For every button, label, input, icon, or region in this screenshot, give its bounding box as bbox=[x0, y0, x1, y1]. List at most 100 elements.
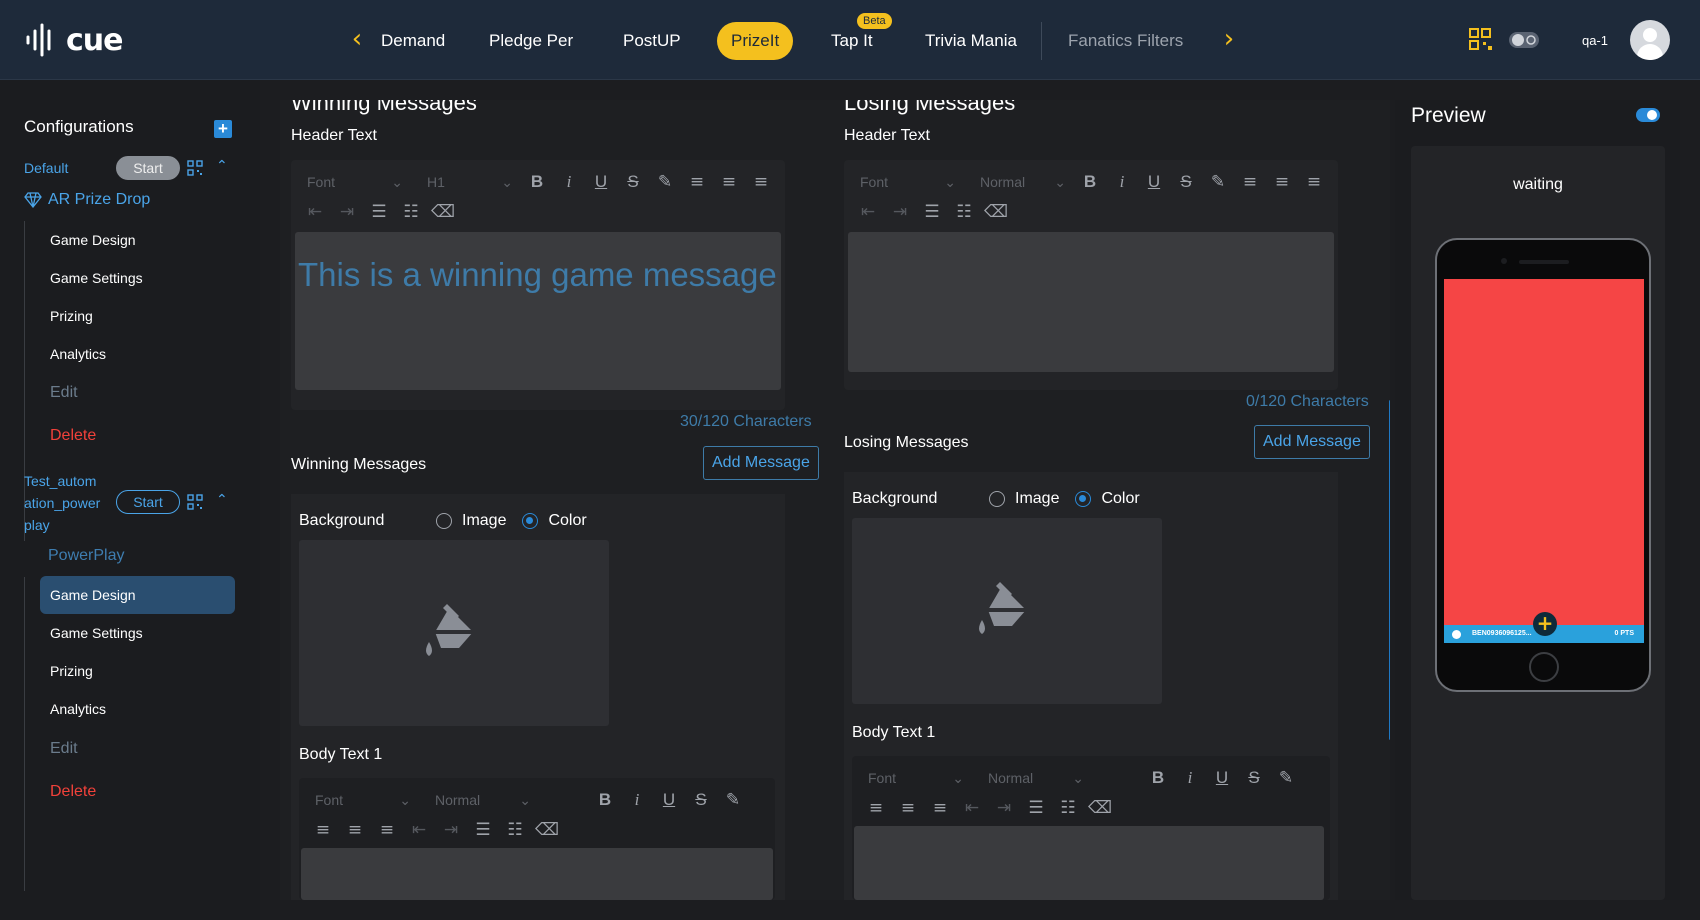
highlighter-icon[interactable]: ✎ bbox=[717, 790, 749, 810]
ordered-list-icon[interactable]: ☰ bbox=[467, 820, 499, 840]
underline-button[interactable]: U bbox=[1138, 172, 1170, 192]
nav-item-tap-it[interactable]: Tap It Beta bbox=[831, 13, 892, 60]
align-left-icon[interactable]: ≡ bbox=[860, 798, 892, 818]
outdent-icon[interactable]: ⇤ bbox=[299, 202, 331, 222]
align-right-icon[interactable]: ≡ bbox=[924, 798, 956, 818]
radio-color[interactable] bbox=[522, 513, 539, 529]
bold-button[interactable]: B bbox=[521, 172, 553, 192]
radio-image[interactable] bbox=[989, 491, 1005, 507]
italic-button[interactable]: i bbox=[1174, 768, 1206, 788]
align-center-icon[interactable]: ≡ bbox=[1266, 172, 1298, 192]
chevron-left-icon[interactable]: ‹ bbox=[345, 22, 369, 58]
nav-item-pledge-per[interactable]: Pledge Per bbox=[489, 22, 573, 60]
heading-select[interactable]: Normal ⌄ bbox=[964, 174, 1074, 191]
game-type-ar-prize-drop[interactable]: AR Prize Drop bbox=[24, 191, 150, 209]
strikethrough-button[interactable]: S bbox=[685, 790, 717, 810]
qr-code-icon[interactable] bbox=[187, 494, 203, 510]
underline-button[interactable]: U bbox=[1206, 768, 1238, 788]
align-center-icon[interactable]: ≡ bbox=[892, 798, 924, 818]
sidebar-item-game-design[interactable]: Game Design bbox=[40, 221, 235, 259]
losing-body-input[interactable] bbox=[854, 826, 1324, 900]
italic-button[interactable]: i bbox=[621, 790, 653, 810]
config-name-default[interactable]: Default bbox=[24, 157, 68, 179]
color-picker-swatch[interactable] bbox=[852, 518, 1162, 704]
strikethrough-button[interactable]: S bbox=[1170, 172, 1202, 192]
align-center-icon[interactable]: ≡ bbox=[339, 820, 371, 840]
scrollbar[interactable] bbox=[1389, 400, 1390, 740]
align-right-icon[interactable]: ≡ bbox=[1298, 172, 1330, 192]
radio-color[interactable] bbox=[1075, 491, 1092, 507]
sidebar-item-game-settings[interactable]: Game Settings bbox=[40, 259, 235, 297]
sidebar-item-delete[interactable]: Delete bbox=[40, 417, 235, 455]
ordered-list-icon[interactable]: ☰ bbox=[363, 202, 395, 222]
ordered-list-icon[interactable]: ☰ bbox=[1020, 798, 1052, 818]
align-left-icon[interactable]: ≡ bbox=[307, 820, 339, 840]
align-left-icon[interactable]: ≡ bbox=[1234, 172, 1266, 192]
losing-header-input[interactable] bbox=[848, 232, 1334, 372]
clear-format-icon[interactable]: ⌫ bbox=[427, 202, 459, 222]
indent-icon[interactable]: ⇥ bbox=[435, 820, 467, 840]
align-right-icon[interactable]: ≡ bbox=[371, 820, 403, 840]
chevron-right-icon[interactable]: › bbox=[1217, 22, 1241, 58]
align-right-icon[interactable]: ≡ bbox=[745, 172, 777, 192]
italic-button[interactable]: i bbox=[553, 172, 585, 192]
bullet-list-icon[interactable]: ☷ bbox=[499, 820, 531, 840]
bold-button[interactable]: B bbox=[1142, 768, 1174, 788]
winning-body-input[interactable] bbox=[301, 848, 773, 900]
bold-button[interactable]: B bbox=[589, 790, 621, 810]
outdent-icon[interactable]: ⇤ bbox=[956, 798, 988, 818]
highlighter-icon[interactable]: ✎ bbox=[1270, 768, 1302, 788]
bold-button[interactable]: B bbox=[1074, 172, 1106, 192]
ordered-list-icon[interactable]: ☰ bbox=[916, 202, 948, 222]
qr-code-icon[interactable] bbox=[1468, 27, 1494, 53]
add-message-button[interactable]: Add Message bbox=[703, 446, 819, 480]
font-select[interactable]: Font ⌄ bbox=[852, 770, 972, 787]
clear-format-icon[interactable]: ⌫ bbox=[980, 202, 1012, 222]
nav-item-prizeit[interactable]: PrizeIt bbox=[717, 22, 793, 60]
sidebar-item-edit[interactable]: Edit bbox=[40, 730, 235, 768]
bullet-list-icon[interactable]: ☷ bbox=[948, 202, 980, 222]
sidebar-item-edit[interactable]: Edit bbox=[40, 374, 235, 412]
indent-icon[interactable]: ⇥ bbox=[331, 202, 363, 222]
font-select[interactable]: Font ⌄ bbox=[291, 174, 411, 191]
nav-item-demand[interactable]: Demand bbox=[381, 22, 451, 60]
sidebar-item-analytics[interactable]: Analytics bbox=[40, 690, 235, 728]
start-button[interactable]: Start bbox=[116, 490, 180, 514]
chevron-up-icon[interactable]: ⌃ bbox=[216, 492, 228, 508]
clear-format-icon[interactable]: ⌫ bbox=[1084, 798, 1116, 818]
cue-logo[interactable]: cue bbox=[24, 22, 123, 58]
outdent-icon[interactable]: ⇤ bbox=[403, 820, 435, 840]
sidebar-item-game-design[interactable]: Game Design bbox=[40, 576, 235, 614]
align-center-icon[interactable]: ≡ bbox=[713, 172, 745, 192]
strikethrough-button[interactable]: S bbox=[1238, 768, 1270, 788]
font-select[interactable]: Font ⌄ bbox=[299, 792, 419, 809]
nav-item-fanatics-filters[interactable]: Fanatics Filters bbox=[1068, 22, 1183, 60]
align-left-icon[interactable]: ≡ bbox=[681, 172, 713, 192]
font-select[interactable]: Font ⌄ bbox=[844, 174, 964, 191]
avatar[interactable] bbox=[1630, 20, 1670, 60]
heading-select[interactable]: H1 ⌄ bbox=[411, 174, 521, 191]
underline-button[interactable]: U bbox=[653, 790, 685, 810]
winning-header-input[interactable]: This is a winning game message bbox=[295, 232, 781, 390]
heading-select[interactable]: Normal ⌄ bbox=[419, 792, 539, 809]
sidebar-item-prizing[interactable]: Prizing bbox=[40, 652, 235, 690]
theme-toggle-icon[interactable] bbox=[1508, 30, 1540, 50]
nav-item-trivia-mania[interactable]: Trivia Mania bbox=[925, 22, 1017, 60]
bullet-list-icon[interactable]: ☷ bbox=[395, 202, 427, 222]
preview-toggle[interactable] bbox=[1636, 108, 1660, 122]
chevron-up-icon[interactable]: ⌃ bbox=[216, 158, 228, 174]
nav-item-postup[interactable]: PostUP bbox=[623, 22, 681, 60]
add-message-button[interactable]: Add Message bbox=[1254, 425, 1370, 459]
highlighter-icon[interactable]: ✎ bbox=[1202, 172, 1234, 192]
sidebar-item-delete[interactable]: Delete bbox=[40, 773, 235, 811]
indent-icon[interactable]: ⇥ bbox=[988, 798, 1020, 818]
bullet-list-icon[interactable]: ☷ bbox=[1052, 798, 1084, 818]
color-picker-swatch[interactable] bbox=[299, 540, 609, 726]
heading-select[interactable]: Normal ⌄ bbox=[972, 770, 1092, 787]
sidebar-item-game-settings[interactable]: Game Settings bbox=[40, 614, 235, 652]
radio-image[interactable] bbox=[436, 513, 452, 529]
highlighter-icon[interactable]: ✎ bbox=[649, 172, 681, 192]
config-name-test-automation-powerplay[interactable]: Test_autom ation_power play bbox=[24, 470, 100, 536]
underline-button[interactable]: U bbox=[585, 172, 617, 192]
indent-icon[interactable]: ⇥ bbox=[884, 202, 916, 222]
